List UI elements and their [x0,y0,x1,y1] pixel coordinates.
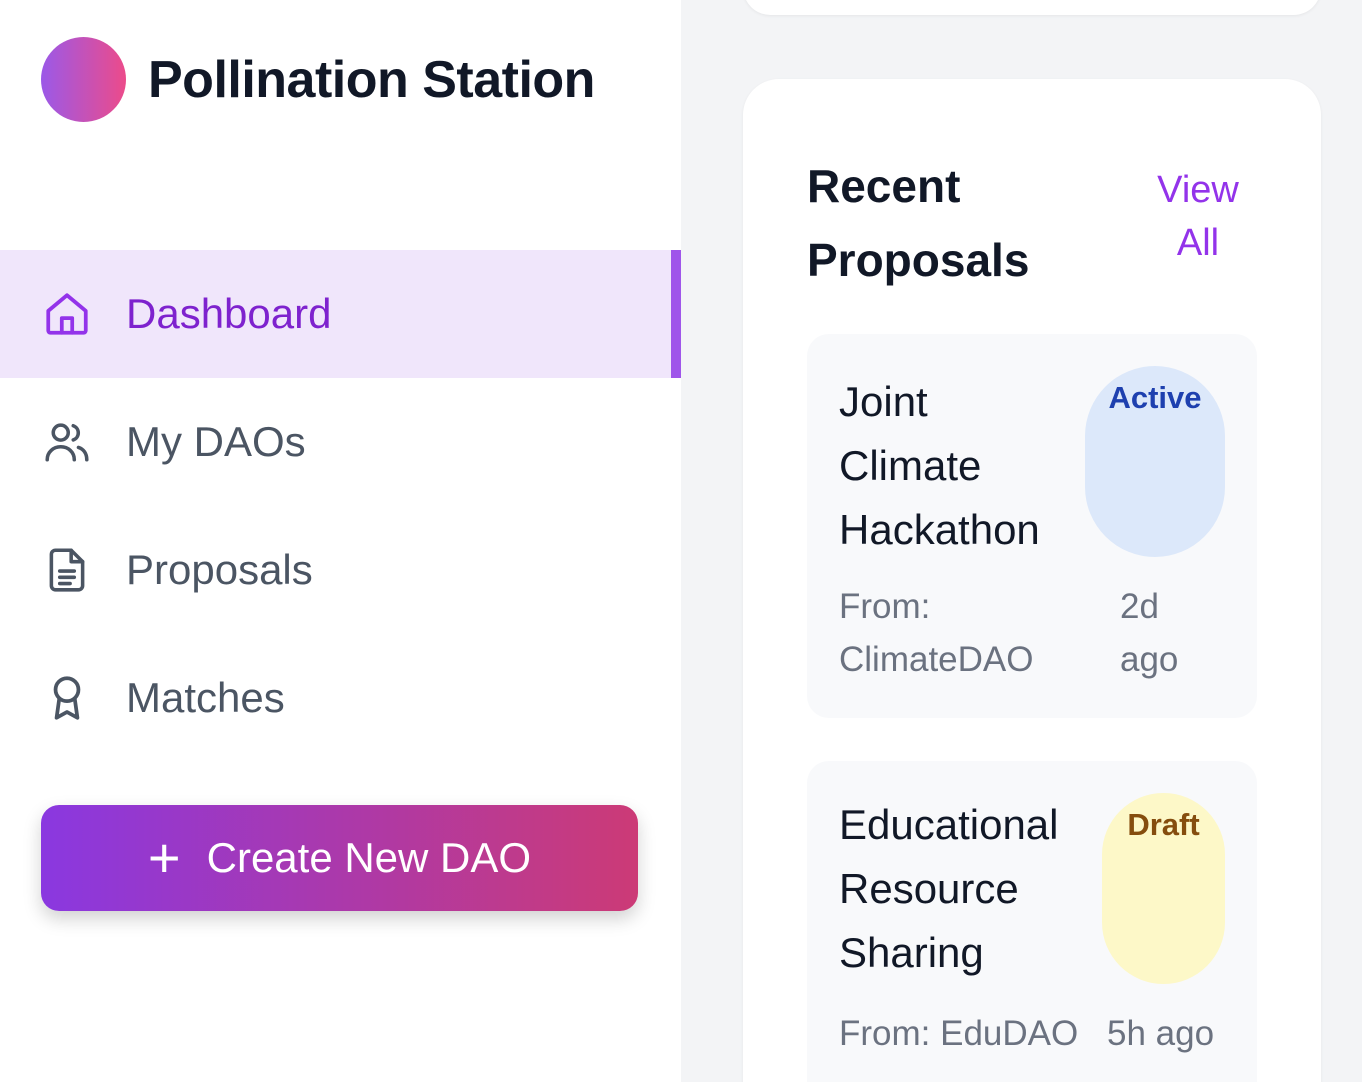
create-new-dao-label: Create New DAO [206,834,532,881]
proposal-title: Joint Climate Hackathon [839,378,1040,553]
recent-proposals-card: Recent Proposals View All Joint Climate … [743,79,1321,1082]
proposal-time: 5h ago [1107,1014,1215,1053]
status-badge: Active [1085,366,1225,557]
top-card [743,0,1321,15]
proposal-from: From: ClimateDAO [839,587,1034,679]
proposal-from: From: EduDAO [839,1014,1079,1053]
create-new-dao-button[interactable]: + Create New DAO [41,805,638,911]
view-all-link[interactable]: View All [1148,164,1248,270]
proposal-card[interactable]: Joint Climate Hackathon Active From: Cli… [807,334,1257,718]
award-icon [42,673,92,723]
recent-proposals-title: Recent Proposals [807,160,1030,286]
proposal-time: 2d ago [1120,587,1179,679]
sidebar-item-label: Matches [126,674,285,721]
sidebar-item-dashboard[interactable]: Dashboard [0,250,681,378]
sidebar-item-label: Dashboard [126,290,332,337]
brand-logo [41,37,126,122]
status-badge: Draft [1102,793,1225,984]
home-icon [42,289,92,339]
sidebar: Pollination Station Dashboard My DAOs Pr… [0,0,681,1082]
sidebar-item-label: My DAOs [126,418,306,465]
proposal-title: Educational Resource Sharing [839,801,1059,976]
brand[interactable]: Pollination Station [41,37,595,122]
sidebar-item-label: Proposals [126,546,313,593]
sidebar-item-proposals[interactable]: Proposals [0,506,681,634]
sidebar-item-matches[interactable]: Matches [0,634,681,762]
plus-icon: + [147,826,181,889]
sidebar-item-my-daos[interactable]: My DAOs [0,378,681,506]
sidebar-nav: Dashboard My DAOs Proposals Matches [0,250,681,762]
document-icon [42,545,92,595]
users-icon [42,417,92,467]
proposal-card[interactable]: Educational Resource Sharing Draft From:… [807,761,1257,1082]
brand-name: Pollination Station [148,50,595,109]
